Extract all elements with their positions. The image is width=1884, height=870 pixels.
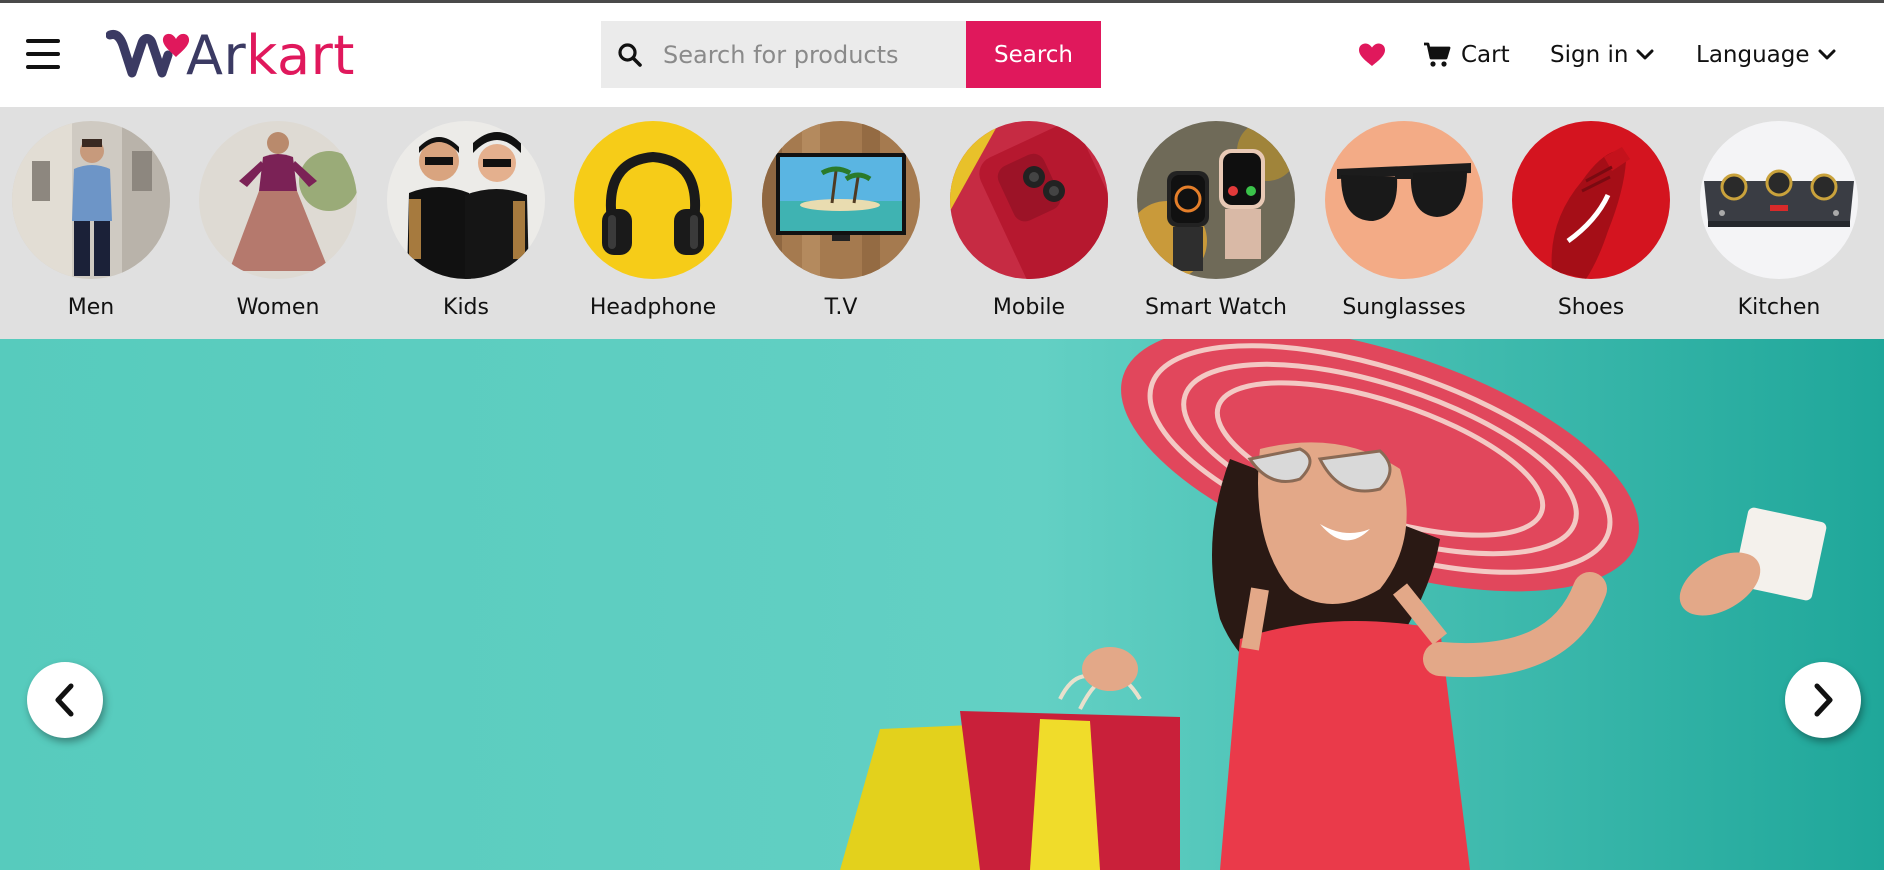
hero-image [0, 339, 1884, 870]
chevron-left-icon [55, 683, 74, 717]
search-box [601, 21, 966, 88]
chevron-down-icon [1636, 49, 1654, 60]
category-tv[interactable]: T.V [751, 121, 931, 331]
category-sunglasses-image [1325, 121, 1483, 279]
category-women-image [199, 121, 357, 279]
heart-icon [1359, 43, 1385, 66]
category-sunglasses[interactable]: Sunglasses [1314, 121, 1494, 331]
search-input[interactable] [663, 40, 953, 69]
search-button[interactable]: Search [966, 21, 1101, 88]
category-mobile[interactable]: Mobile [939, 121, 1119, 331]
language-dropdown[interactable]: Language [1696, 33, 1836, 77]
category-label: Kids [443, 295, 489, 320]
category-label: Women [236, 295, 320, 320]
category-label: Kitchen [1737, 295, 1821, 320]
brand-logo[interactable]: Arkart [106, 25, 366, 87]
category-kitchen-image [1700, 121, 1858, 279]
wishlist-button[interactable] [1358, 33, 1386, 77]
hero-banner [0, 339, 1884, 870]
category-headphone[interactable]: Headphone [563, 121, 743, 331]
category-label: Shoes [1557, 295, 1625, 320]
category-strip: Men Women Kids Headphone T.V Mobile Smar… [0, 107, 1884, 339]
category-women[interactable]: Women [188, 121, 368, 331]
logo-text: Arkart [186, 24, 355, 87]
category-label: Headphone [589, 295, 717, 320]
cart-icon [1424, 42, 1451, 67]
search-bar: Search [601, 21, 1101, 88]
category-men-image [12, 121, 170, 279]
cart-button[interactable]: Cart [1423, 33, 1510, 77]
category-label: Mobile [992, 295, 1066, 320]
chevron-right-icon [1814, 683, 1833, 717]
category-men[interactable]: Men [1, 121, 181, 331]
signin-label: Sign in [1550, 42, 1629, 68]
category-smart-watch[interactable]: Smart Watch [1126, 121, 1306, 331]
site-header: Arkart Search Cart Sign in L [0, 3, 1884, 107]
category-headphone-image [574, 121, 732, 279]
category-smart-watch-image [1137, 121, 1295, 279]
category-kids-image [387, 121, 545, 279]
carousel-next-button[interactable] [1785, 662, 1861, 738]
signin-dropdown[interactable]: Sign in [1550, 33, 1654, 77]
category-label: Smart Watch [1144, 295, 1288, 320]
category-shoes-image [1512, 121, 1670, 279]
cart-label: Cart [1461, 42, 1510, 68]
chevron-down-icon [1818, 49, 1836, 60]
category-mobile-image [950, 121, 1108, 279]
search-icon [618, 42, 642, 67]
category-shoes[interactable]: Shoes [1501, 121, 1681, 331]
category-kids[interactable]: Kids [376, 121, 556, 331]
logo-mark-icon [106, 30, 190, 78]
category-label: Sunglasses [1342, 295, 1466, 320]
carousel-prev-button[interactable] [27, 662, 103, 738]
category-kitchen[interactable]: Kitchen [1689, 121, 1869, 331]
category-tv-image [762, 121, 920, 279]
language-label: Language [1696, 42, 1810, 68]
category-label: Men [67, 295, 115, 320]
hamburger-menu-icon[interactable] [26, 39, 60, 69]
category-label: T.V [824, 295, 858, 320]
